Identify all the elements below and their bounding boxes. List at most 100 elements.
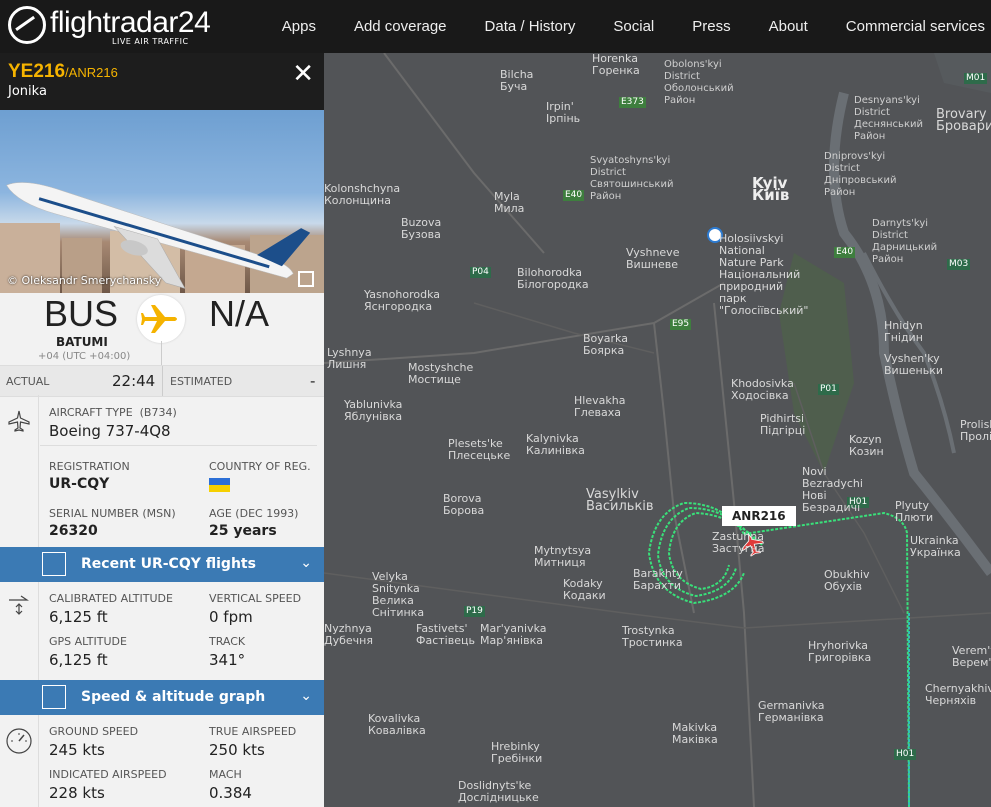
road-shield: H01 <box>894 749 917 760</box>
place-label: Verem'yaВерем'я <box>952 644 991 669</box>
operator-name: Jonika <box>8 84 47 99</box>
msn-label: SERIAL NUMBER (MSN) <box>49 507 176 520</box>
road-shield: E40 <box>834 247 856 258</box>
external-link-icon[interactable] <box>298 271 314 287</box>
place-label: Myla Мила <box>494 190 525 215</box>
place-label: Buzova Бузова <box>401 216 442 241</box>
nav-apps[interactable]: Apps <box>282 18 316 35</box>
indicated-airspeed-value: 228 kts <box>49 784 105 802</box>
place-label: Svyatoshyns'kyi District Святошинський Райо… <box>590 155 674 202</box>
place-label: Trostynka Тростинка <box>622 624 683 649</box>
nav-commercial-services[interactable]: Commercial services <box>846 18 985 35</box>
place-label: Ukrainka Українка <box>910 534 961 559</box>
msn-value: 26320 <box>49 523 98 539</box>
speed-altitude-graph-toggle[interactable]: Speed & altitude graph ⌄ <box>0 680 324 715</box>
route-divider <box>161 341 162 365</box>
aircraft-type-value[interactable]: Boeing 737-4Q8 <box>49 422 171 440</box>
nav-data-history[interactable]: Data / History <box>485 18 576 35</box>
true-airspeed-value: 250 kts <box>209 741 265 759</box>
route-section: BUS BATUMI +04 (UTC +04:00) N/A <box>0 293 324 365</box>
road-shield: P19 <box>464 606 485 617</box>
place-label: Yasnohorodka Яснгородка <box>364 288 440 313</box>
track-label: TRACK <box>209 635 246 648</box>
vertical-speed-value: 0 fpm <box>209 608 253 626</box>
road-shield: M01 <box>964 73 988 84</box>
place-label: Nyzhnya Дубечня <box>324 622 373 647</box>
mach-value: 0.384 <box>209 784 252 802</box>
destination-code: N/A <box>209 293 270 334</box>
nav-about[interactable]: About <box>769 18 808 35</box>
flightradar24-logo[interactable]: flightradar24 LIVE AIR TRAFFIC <box>8 4 211 49</box>
road-shield: M03 <box>947 259 971 270</box>
place-label: Chernyakhiv Черняхів <box>925 682 991 707</box>
place-label: Plyuty Плюти <box>895 499 934 524</box>
place-label: Makivka Маківка <box>672 721 718 746</box>
place-label: Lyshnya Лишня <box>327 346 372 371</box>
place-label: Kolonshchyna Колонщина <box>324 182 401 207</box>
radar-logo-icon <box>8 6 46 44</box>
indicated-airspeed-label: INDICATED AIRSPEED <box>49 768 167 781</box>
aircraft-photo-airplane <box>6 182 311 289</box>
flight-callsign: YE216/ANR216 <box>8 61 118 82</box>
logo-subtitle: LIVE AIR TRAFFIC <box>112 37 189 46</box>
aircraft-type-label: AIRCRAFT TYPE (B734) <box>49 406 177 419</box>
nav-press[interactable]: Press <box>692 18 730 35</box>
place-label: Vyshneve Вишневе <box>626 246 680 271</box>
place-label: Kalynivka Калинівка <box>526 432 585 457</box>
flight-header: YE216/ANR216 Jonika ✕ <box>0 53 324 110</box>
nav-social[interactable]: Social <box>613 18 654 35</box>
place-label: Yablunivka Яблунівка <box>344 398 403 423</box>
flight-info-panel: YE216/ANR216 Jonika ✕ © Oleksandr Smeryc… <box>0 53 324 807</box>
recent-flights-toggle[interactable]: Recent UR-CQY flights ⌄ <box>0 547 324 582</box>
mach-label: MACH <box>209 768 242 781</box>
road-shield: E40 <box>563 190 585 201</box>
place-label: Hnidyn Гнідин <box>884 319 923 344</box>
calibrated-altitude-label: CALIBRATED ALTITUDE <box>49 592 173 605</box>
altitude-icon <box>9 595 29 615</box>
place-label: Kyiv Київ <box>752 174 790 204</box>
place-label: Novi Bezradychi Нові Безрадичі <box>802 465 863 514</box>
calendar-icon <box>42 552 66 576</box>
actual-label: ACTUAL <box>6 375 50 388</box>
graph-label: Speed & altitude graph <box>81 689 266 705</box>
photo-credit: © Oleksandr Smerychansky <box>7 274 162 287</box>
place-label: Bilcha Буча <box>500 68 534 93</box>
estimated-label: ESTIMATED <box>170 375 233 388</box>
aircraft-photo[interactable]: © Oleksandr Smerychansky <box>0 110 324 293</box>
graph-icon <box>42 685 66 709</box>
alt-callsign: /ANR216 <box>65 65 118 80</box>
estimated-time: - <box>310 372 316 390</box>
place-label: Borova Борова <box>443 492 485 517</box>
gps-altitude-label: GPS ALTITUDE <box>49 635 127 648</box>
place-label: Hryhorivka Григорівка <box>808 639 872 664</box>
altitude-section: CALIBRATED ALTITUDE 6,125 ft VERTICAL SP… <box>0 582 324 680</box>
place-label: Barakhty Барахти <box>633 567 683 592</box>
place-label: Kovalivka Ковалівка <box>368 712 426 737</box>
close-icon[interactable]: ✕ <box>292 59 314 89</box>
place-label: Obukhiv Обухів <box>824 568 870 593</box>
airplane-icon <box>8 410 30 432</box>
place-label: Holosiivskyi National Nature Park Національ… <box>719 232 809 317</box>
age-label: AGE (DEC 1993) <box>209 507 299 520</box>
place-label: Pidhirtsi Підгірці <box>760 412 806 437</box>
registration-label: REGISTRATION <box>49 460 130 473</box>
place-label: Mostyshche Мостище <box>408 361 474 386</box>
map-view[interactable]: ANR216 M01 E373 E40 M03 P04 E95 P01 H01 … <box>324 53 991 807</box>
place-label: Khodosivka Ходосівка <box>731 377 794 402</box>
origin-code[interactable]: BUS <box>44 293 118 335</box>
vertical-speed-label: VERTICAL SPEED <box>209 592 302 605</box>
registration-value[interactable]: UR-CQY <box>49 476 109 492</box>
road-shield: P01 <box>818 384 839 395</box>
place-label: Dniprovs'kyi District Дніпровський Район <box>824 151 897 198</box>
chevron-down-icon: ⌄ <box>300 555 312 571</box>
aircraft-callsign-label[interactable]: ANR216 <box>722 506 796 526</box>
actual-time: 22:44 <box>112 372 156 390</box>
airplane-icon <box>137 295 185 343</box>
speed-section: GROUND SPEED 245 kts TRUE AIRSPEED 250 k… <box>0 715 324 807</box>
nav-add-coverage[interactable]: Add coverage <box>354 18 447 35</box>
place-label: Horenka Горенка <box>592 53 640 77</box>
place-label: Germanivka Германівка <box>758 699 825 724</box>
ground-speed-label: GROUND SPEED <box>49 725 139 738</box>
speedometer-icon <box>6 728 32 754</box>
road-shield: E373 <box>619 97 646 108</box>
